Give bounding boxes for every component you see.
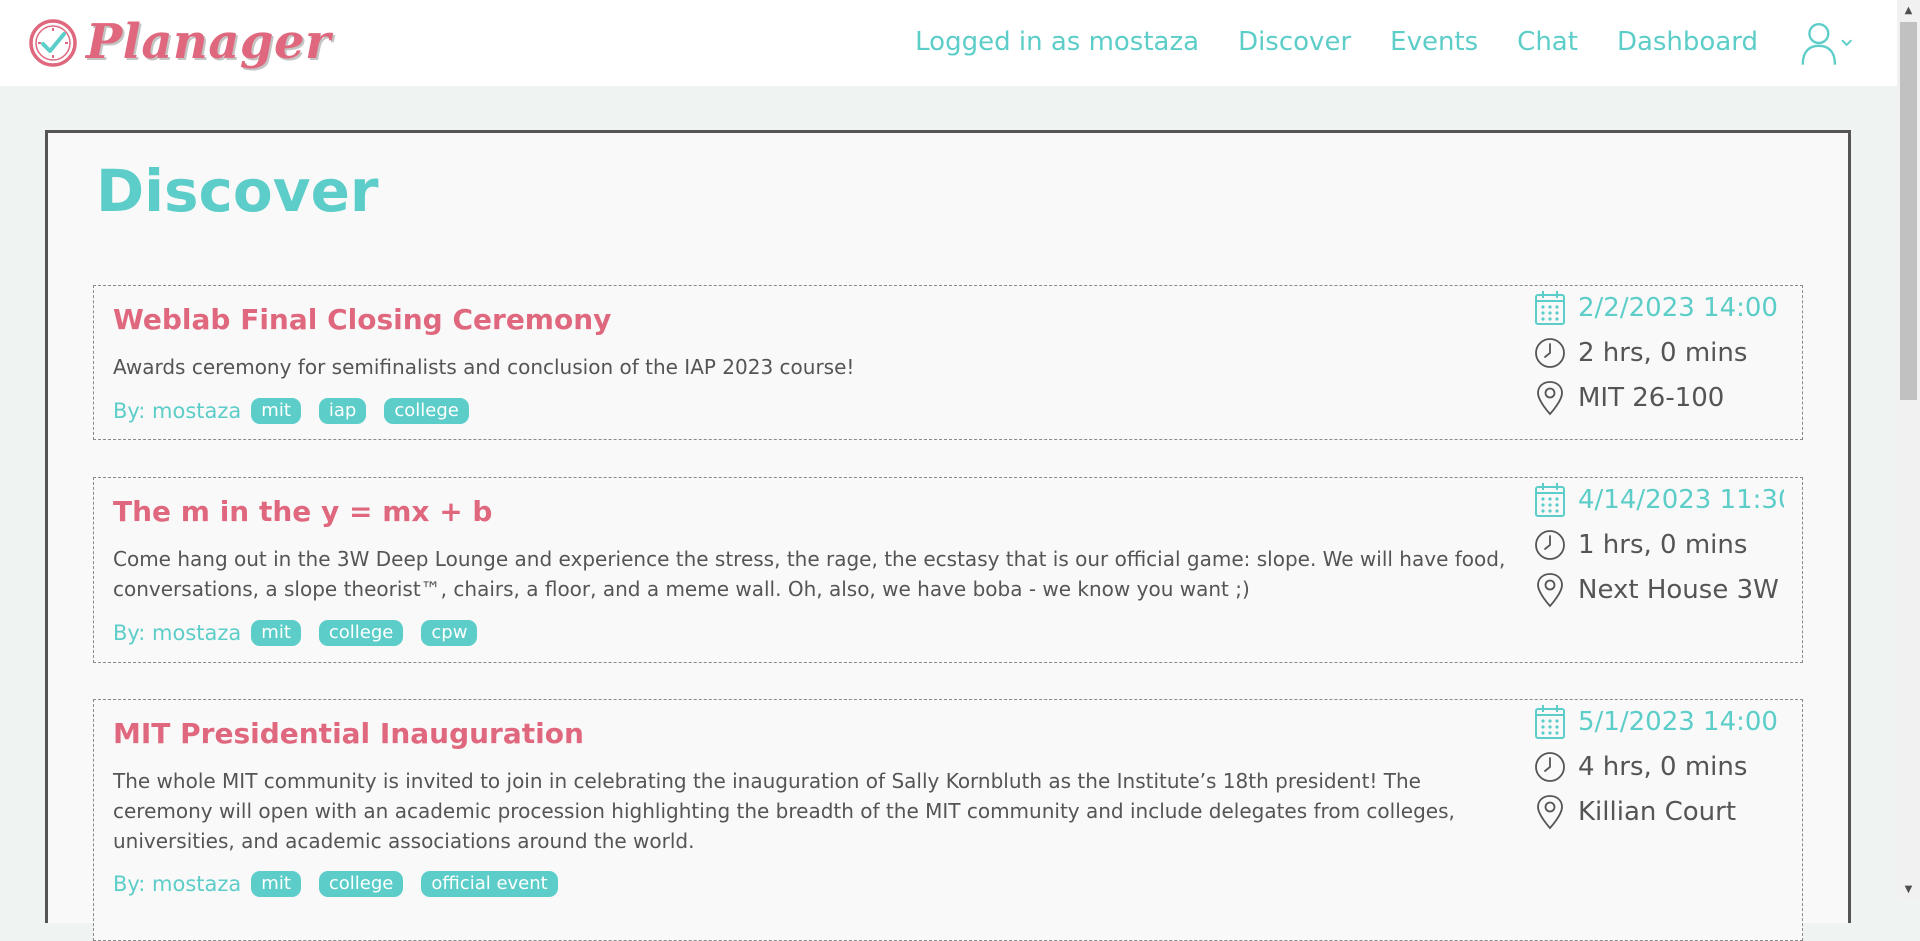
event-duration: 2 hrs, 0 mins	[1534, 333, 1784, 373]
event-duration: 4 hrs, 0 mins	[1534, 747, 1784, 787]
nav-chat[interactable]: Chat	[1517, 22, 1578, 62]
event-datetime: 5/1/2023 14:00	[1534, 702, 1784, 742]
event-duration-text: 1 hrs, 0 mins	[1578, 530, 1748, 560]
nav-discover[interactable]: Discover	[1238, 22, 1351, 62]
event-meta: By: mostaza mit college cpw	[113, 620, 495, 646]
scrollbar[interactable]: ▲ ▼	[1897, 0, 1920, 899]
scroll-thumb[interactable]	[1900, 22, 1917, 400]
event-location: Next House 3W Deep Lounge	[1534, 570, 1784, 610]
event-location-text: Killian Court	[1578, 797, 1737, 827]
tag-badge[interactable]: mit	[251, 398, 301, 424]
tag-badge[interactable]: college	[318, 620, 404, 646]
user-menu-button[interactable]	[1800, 18, 1852, 68]
event-location-text: Next House 3W Deep Lounge	[1578, 575, 1784, 605]
nav-logged-in-user[interactable]: Logged in as mostaza	[915, 22, 1199, 62]
discover-panel: Discover Weblab Final Closing Ceremony A…	[45, 130, 1851, 941]
event-date-text: 4/14/2023 11:30	[1578, 485, 1784, 515]
event-title[interactable]: Weblab Final Closing Ceremony	[113, 298, 611, 342]
clock-icon	[1535, 752, 1565, 782]
event-location-text: MIT 26-100	[1578, 383, 1725, 413]
event-title[interactable]: MIT Presidential Inauguration	[113, 712, 584, 756]
event-date-text: 2/2/2023 14:00	[1578, 293, 1778, 323]
event-location: Killian Court	[1534, 792, 1784, 832]
tag-badge[interactable]: college	[384, 398, 469, 424]
page-title: Discover	[96, 157, 379, 225]
clock-check-icon	[29, 19, 77, 67]
user-icon	[1801, 22, 1837, 65]
tag-badge[interactable]: iap	[318, 398, 367, 424]
event-location: MIT 26-100	[1534, 378, 1784, 418]
event-meta: By: mostaza mit college official event	[113, 871, 576, 897]
clock-icon	[1535, 530, 1565, 560]
event-card[interactable]: Weblab Final Closing Ceremony Awards cer…	[93, 285, 1803, 440]
brand-name: Planager	[86, 14, 331, 70]
tag-badge[interactable]: college	[318, 871, 404, 897]
event-duration: 1 hrs, 0 mins	[1534, 525, 1784, 565]
nav-dashboard[interactable]: Dashboard	[1617, 22, 1758, 62]
event-datetime: 4/14/2023 11:30	[1534, 480, 1784, 520]
event-datetime: 2/2/2023 14:00	[1534, 288, 1784, 328]
event-duration-text: 2 hrs, 0 mins	[1578, 338, 1748, 368]
event-author[interactable]: By: mostaza	[113, 872, 241, 896]
tag-badge[interactable]: mit	[251, 620, 301, 646]
event-date-text: 5/1/2023 14:00	[1578, 707, 1778, 737]
event-author[interactable]: By: mostaza	[113, 399, 241, 423]
clock-icon	[1535, 338, 1565, 368]
scroll-down-arrow-icon[interactable]: ▼	[1897, 879, 1920, 899]
map-pin-icon	[1537, 573, 1563, 608]
brand-logo[interactable]: Planager	[27, 10, 331, 74]
event-description: The whole MIT community is invited to jo…	[113, 769, 1455, 853]
nav-events[interactable]: Events	[1390, 22, 1478, 62]
event-description: Come hang out in the 3W Deep Lounge and …	[113, 547, 1506, 601]
nav-links: Logged in as mostaza Discover Events Cha…	[915, 22, 1758, 62]
tag-badge[interactable]: cpw	[421, 620, 478, 646]
map-pin-icon	[1537, 381, 1563, 416]
event-duration-text: 4 hrs, 0 mins	[1578, 752, 1748, 782]
event-description: Awards ceremony for semifinalists and co…	[113, 355, 855, 379]
chevron-down-icon	[1840, 39, 1852, 47]
tag-badge[interactable]: mit	[251, 871, 301, 897]
event-card[interactable]: MIT Presidential Inauguration The whole …	[93, 699, 1803, 941]
navbar: Planager Logged in as mostaza Discover E…	[0, 0, 1897, 86]
calendar-icon	[1535, 705, 1565, 739]
scroll-up-arrow-icon[interactable]: ▲	[1897, 0, 1920, 20]
tag-badge[interactable]: official event	[421, 871, 558, 897]
event-card[interactable]: The m in the y = mx + b Come hang out in…	[93, 477, 1803, 663]
calendar-icon	[1535, 483, 1565, 517]
calendar-icon	[1535, 291, 1565, 325]
event-author[interactable]: By: mostaza	[113, 621, 241, 645]
event-meta: By: mostaza mit iap college	[113, 398, 487, 424]
map-pin-icon	[1537, 795, 1563, 830]
event-title[interactable]: The m in the y = mx + b	[113, 490, 492, 534]
